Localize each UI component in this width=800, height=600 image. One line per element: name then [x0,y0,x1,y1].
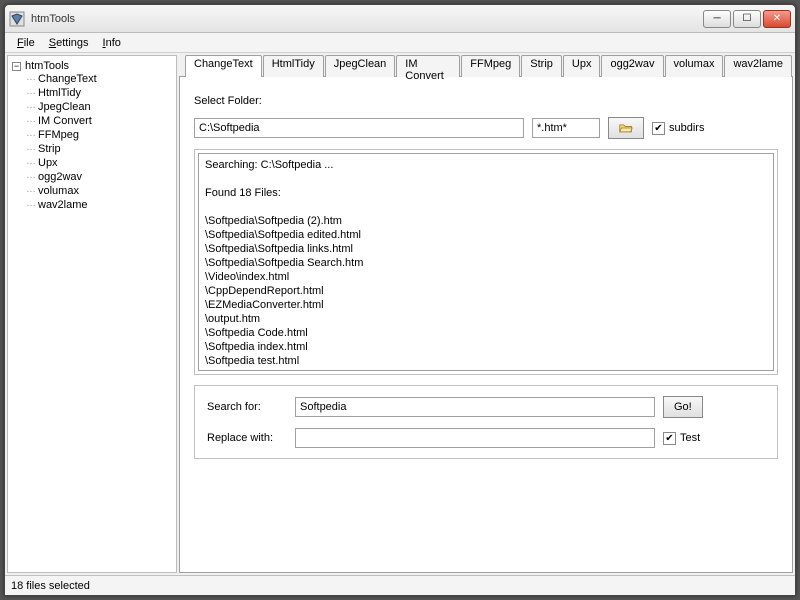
tree-root-label: htmTools [25,60,69,72]
folder-input[interactable] [194,118,524,138]
window-controls: ─ ☐ ✕ [703,10,791,28]
test-label: Test [680,432,700,444]
tab-htmltidy[interactable]: HtmlTidy [263,55,324,77]
maximize-button[interactable]: ☐ [733,10,761,28]
tree-item-htmltidy[interactable]: HtmlTidy [26,86,172,100]
tree-item-imconvert[interactable]: IM Convert [26,114,172,128]
search-for-input[interactable] [295,397,655,417]
subdirs-checkbox[interactable]: ✔ subdirs [652,122,704,135]
tree-item-jpegclean[interactable]: JpegClean [26,100,172,114]
tab-upx[interactable]: Upx [563,55,601,77]
main-area: ChangeText HtmlTidy JpegClean IM Convert… [179,55,793,573]
tab-changetext[interactable]: ChangeText [185,55,262,77]
browse-button[interactable] [608,117,644,139]
tab-jpegclean[interactable]: JpegClean [325,55,396,77]
menubar: File Settings Info [5,33,795,53]
search-for-label: Search for: [207,401,287,413]
checkbox-icon: ✔ [652,122,665,135]
folder-row: ✔ subdirs [194,117,778,139]
results-frame: Searching: C:\Softpedia ... Found 18 Fil… [194,149,778,375]
tree-item-ffmpeg[interactable]: FFMpeg [26,128,172,142]
tab-wav2lame[interactable]: wav2lame [724,55,792,77]
status-text: 18 files selected [11,580,90,592]
client-area: − htmTools ChangeText HtmlTidy JpegClean… [5,53,795,575]
expand-icon[interactable]: − [12,62,21,71]
replace-row: Replace with: ✔ Test [207,428,765,448]
tab-ffmpeg[interactable]: FFMpeg [461,55,520,77]
search-replace-group: Search for: Go! Replace with: ✔ Test [194,385,778,459]
app-window: htmTools ─ ☐ ✕ File Settings Info − htmT… [4,4,796,596]
tab-strip[interactable]: Strip [521,55,562,77]
tree-item-volumax[interactable]: volumax [26,184,172,198]
tree-item-wav2lame[interactable]: wav2lame [26,198,172,212]
tree-item-upx[interactable]: Upx [26,156,172,170]
menu-file[interactable]: File [11,35,41,51]
tree-item-changetext[interactable]: ChangeText [26,72,172,86]
search-row: Search for: Go! [207,396,765,418]
subdirs-label: subdirs [669,122,704,134]
folder-open-icon [619,121,633,135]
test-checkbox[interactable]: ✔ Test [663,432,700,445]
tab-ogg2wav[interactable]: ogg2wav [601,55,663,77]
select-folder-label: Select Folder: [194,95,778,107]
titlebar[interactable]: htmTools ─ ☐ ✕ [5,5,795,33]
replace-with-label: Replace with: [207,432,287,444]
tree-root[interactable]: − htmTools [12,60,172,72]
tree-item-ogg2wav[interactable]: ogg2wav [26,170,172,184]
tree-sidebar: − htmTools ChangeText HtmlTidy JpegClean… [7,55,177,573]
menu-info[interactable]: Info [97,35,127,51]
minimize-button[interactable]: ─ [703,10,731,28]
menu-settings[interactable]: Settings [43,35,95,51]
tabstrip: ChangeText HtmlTidy JpegClean IM Convert… [185,55,793,77]
tab-panel: Select Folder: ✔ subdirs Searching: C:\S… [179,76,793,573]
replace-with-input[interactable] [295,428,655,448]
tab-volumax[interactable]: volumax [665,55,724,77]
close-button[interactable]: ✕ [763,10,791,28]
results-textarea[interactable]: Searching: C:\Softpedia ... Found 18 Fil… [198,153,774,371]
tree-item-strip[interactable]: Strip [26,142,172,156]
go-button[interactable]: Go! [663,396,703,418]
window-title: htmTools [31,13,703,25]
tab-imconvert[interactable]: IM Convert [396,55,460,77]
checkbox-icon: ✔ [663,432,676,445]
filter-input[interactable] [532,118,600,138]
app-icon [9,11,25,27]
tree-children: ChangeText HtmlTidy JpegClean IM Convert… [26,72,172,212]
statusbar: 18 files selected [5,575,795,595]
